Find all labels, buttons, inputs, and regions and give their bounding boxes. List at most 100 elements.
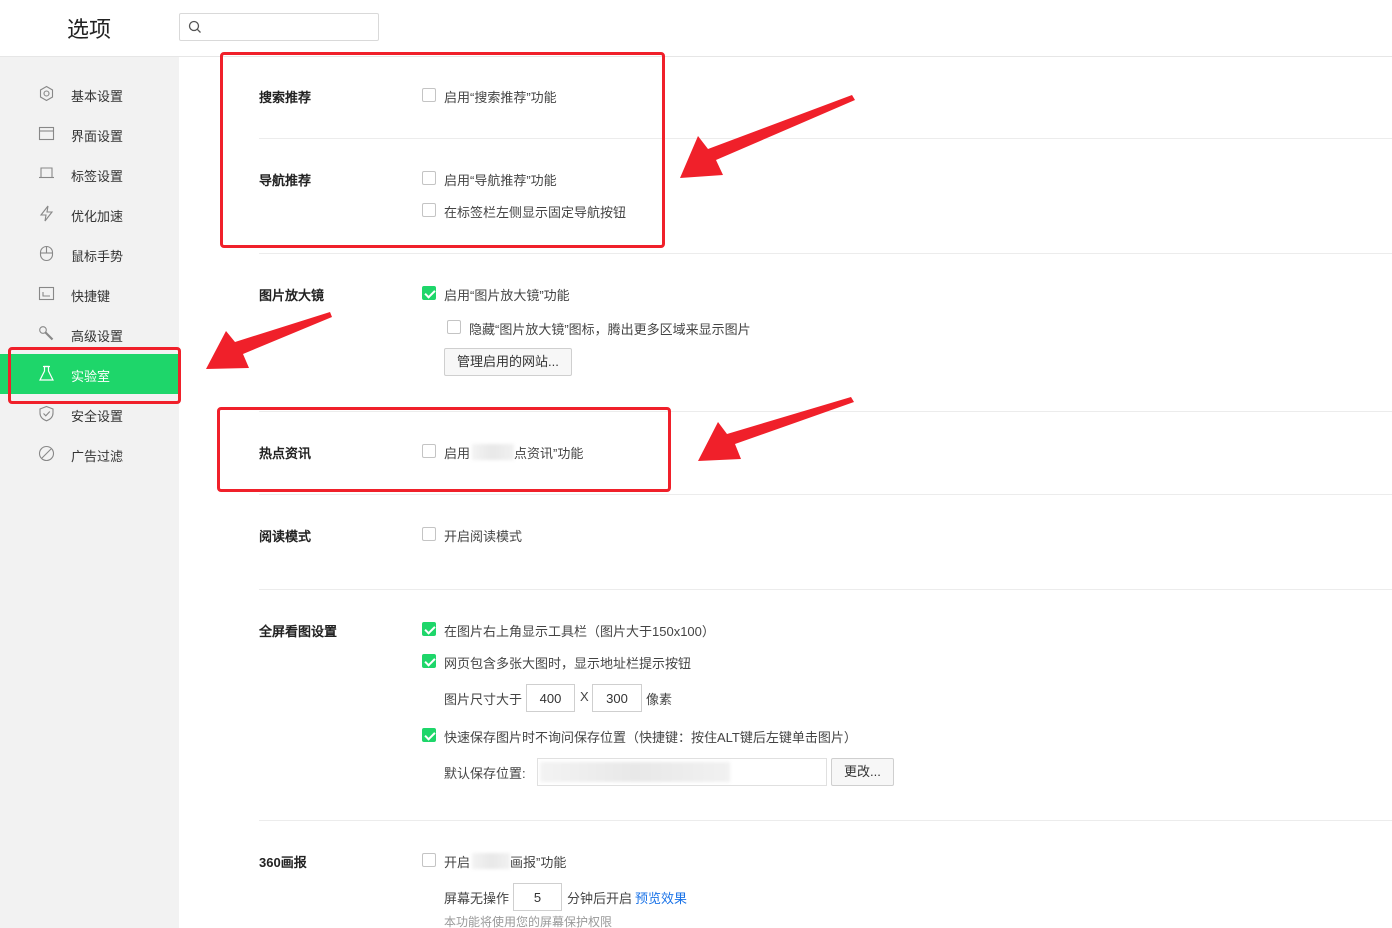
redacted-text	[472, 444, 514, 460]
lightning-icon	[39, 205, 54, 222]
nav-recommend-option[interactable]: 启用“导航推荐”功能	[422, 169, 722, 188]
sidebar-item-mouse-gesture[interactable]: 鼠标手势	[0, 234, 179, 274]
fixed-nav-button-option[interactable]: 在标签栏左侧显示固定导航按钮	[422, 201, 722, 220]
option-label-end: 点资讯”功能	[514, 446, 584, 461]
section-title-360-pictorial: 360画报	[259, 855, 307, 870]
keyboard-icon	[38, 286, 55, 301]
divider	[259, 820, 1392, 821]
reading-mode-option[interactable]: 开启阅读模式	[422, 525, 722, 544]
section-title-hot-news: 热点资讯	[259, 446, 312, 461]
image-size-label: 图片尺寸大于	[444, 692, 523, 707]
sidebar-item-label: 基本设置	[71, 89, 124, 104]
shield-icon	[39, 405, 54, 422]
magnifier-enable-option[interactable]: 启用“图片放大镜”功能	[422, 284, 722, 303]
option-label: 在图片右上角显示工具栏（图片大于150x100）	[444, 624, 715, 639]
pixel-unit-label: 像素	[646, 692, 673, 707]
save-path-field[interactable]	[537, 758, 827, 786]
sidebar: 基本设置 界面设置 标签设置 优化加速 鼠标手势 快捷键 高级设置 实验室 安全…	[0, 57, 179, 928]
sidebar-item-optimize[interactable]: 优化加速	[0, 194, 179, 234]
redacted-path	[540, 762, 730, 782]
checkbox[interactable]	[422, 171, 436, 185]
sidebar-item-basic[interactable]: 基本设置	[0, 74, 179, 114]
option-label-start: 开启	[444, 855, 471, 870]
section-title-reading-mode: 阅读模式	[259, 529, 312, 544]
after-minutes-label: 分钟后开启	[567, 891, 633, 906]
search-recommend-option[interactable]: 启用“搜索推荐”功能	[422, 86, 722, 105]
option-label: 网页包含多张大图时，显示地址栏提示按钮	[444, 656, 692, 671]
sidebar-item-label: 界面设置	[71, 129, 124, 144]
checkbox[interactable]	[422, 286, 436, 300]
search-box[interactable]	[179, 13, 379, 41]
preview-link[interactable]: 预览效果	[635, 888, 687, 907]
checkbox[interactable]	[422, 444, 436, 458]
magnifier-hide-icon-option[interactable]: 隐藏“图片放大镜”图标，腾出更多区域来显示图片	[447, 318, 867, 337]
checkbox[interactable]	[422, 203, 436, 217]
address-bar-hint-option[interactable]: 网页包含多张大图时，显示地址栏提示按钮	[422, 652, 842, 671]
idle-label: 屏幕无操作	[444, 891, 510, 906]
checkbox[interactable]	[422, 527, 436, 541]
option-label: 启用“导航推荐”功能	[444, 173, 557, 188]
sidebar-item-label: 实验室	[71, 369, 111, 384]
option-label: 快速保存图片时不询问保存位置（快捷键：按住ALT键后左键单击图片）	[444, 730, 857, 745]
section-title-nav-recommend: 导航推荐	[259, 173, 312, 188]
checkbox[interactable]	[422, 853, 436, 867]
sidebar-item-label: 优化加速	[71, 209, 124, 224]
block-icon	[38, 445, 55, 462]
section-title-fullscreen-viewer: 全屏看图设置	[259, 624, 338, 639]
size-separator: X	[580, 689, 589, 704]
sidebar-item-label: 标签设置	[71, 169, 124, 184]
header: 选项	[0, 0, 1392, 57]
sidebar-item-label: 快捷键	[71, 289, 111, 304]
change-location-button[interactable]: 更改...	[831, 758, 894, 786]
sidebar-item-shortcuts[interactable]: 快捷键	[0, 274, 179, 314]
window-icon	[38, 126, 55, 141]
section-title-search-recommend: 搜索推荐	[259, 90, 312, 105]
option-label-end: 画报”功能	[510, 855, 567, 870]
checkbox[interactable]	[422, 88, 436, 102]
divider	[259, 589, 1392, 590]
sidebar-item-adblock[interactable]: 广告过滤	[0, 434, 179, 474]
option-label-start: 启用	[444, 446, 471, 461]
toolbar-option[interactable]: 在图片右上角显示工具栏（图片大于150x100）	[422, 620, 842, 639]
divider	[259, 253, 1392, 254]
pictorial-option[interactable]: 开启 画报”功能	[422, 851, 722, 870]
tab-icon	[39, 167, 54, 179]
mouse-icon	[39, 245, 54, 262]
checkbox[interactable]	[447, 320, 461, 334]
search-icon	[188, 20, 201, 33]
flask-icon	[39, 365, 54, 381]
option-label: 在标签栏左侧显示固定导航按钮	[444, 205, 627, 220]
divider	[259, 411, 1392, 412]
idle-minutes-input[interactable]	[513, 883, 562, 911]
redacted-text	[472, 853, 510, 869]
checkbox[interactable]	[422, 622, 436, 636]
checkbox[interactable]	[422, 728, 436, 742]
wrench-icon	[39, 326, 54, 341]
sidebar-item-security[interactable]: 安全设置	[0, 394, 179, 434]
divider	[259, 494, 1392, 495]
option-label: 开启阅读模式	[444, 529, 523, 544]
sidebar-item-lab[interactable]: 实验室	[0, 354, 179, 394]
quick-save-option[interactable]: 快速保存图片时不询问保存位置（快捷键：按住ALT键后左键单击图片）	[422, 726, 982, 745]
sidebar-item-label: 高级设置	[71, 329, 124, 344]
hot-news-option[interactable]: 启用 点资讯”功能	[422, 442, 722, 461]
sidebar-item-advanced[interactable]: 高级设置	[0, 314, 179, 354]
manage-sites-button[interactable]: 管理启用的网站...	[444, 348, 572, 376]
screensaver-hint: 本功能将使用您的屏幕保护权限	[444, 915, 613, 928]
option-label: 启用“搜索推荐”功能	[444, 90, 557, 105]
option-label: 启用“图片放大镜”功能	[444, 288, 570, 303]
page-title: 选项	[67, 17, 112, 42]
sidebar-item-tabs[interactable]: 标签设置	[0, 154, 179, 194]
sidebar-item-label: 广告过滤	[71, 449, 124, 464]
sidebar-item-label: 安全设置	[71, 409, 124, 424]
option-label: 隐藏“图片放大镜”图标，腾出更多区域来显示图片	[469, 322, 751, 337]
settings-content: 搜索推荐 启用“搜索推荐”功能 导航推荐 启用“导航推荐”功能 在标签栏左侧显示…	[179, 57, 1392, 928]
image-height-input[interactable]	[592, 684, 642, 712]
sidebar-item-label: 鼠标手势	[71, 249, 124, 264]
divider	[259, 138, 1392, 139]
image-width-input[interactable]	[526, 684, 575, 712]
gear-icon	[39, 85, 54, 102]
search-input[interactable]	[206, 17, 374, 37]
checkbox[interactable]	[422, 654, 436, 668]
sidebar-item-interface[interactable]: 界面设置	[0, 114, 179, 154]
